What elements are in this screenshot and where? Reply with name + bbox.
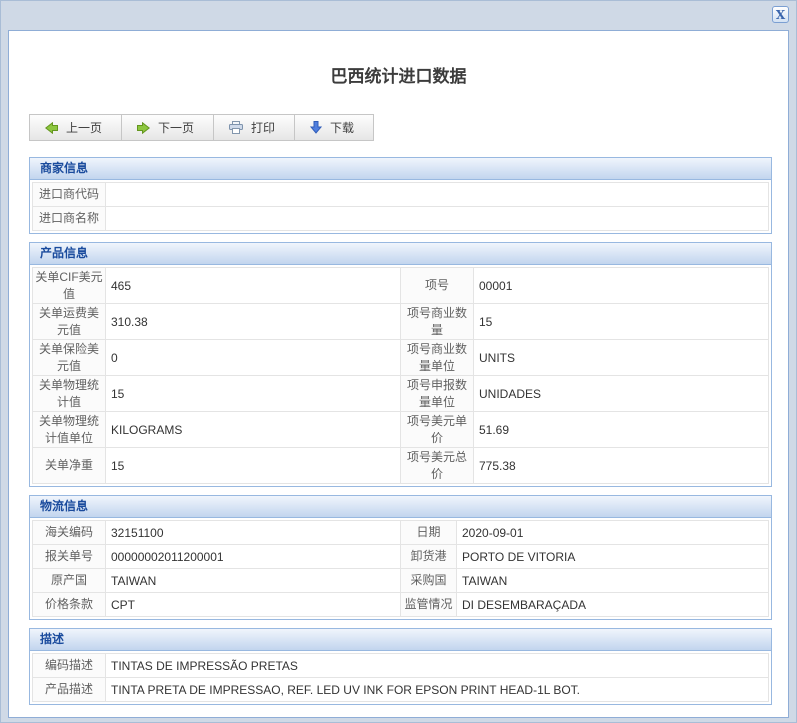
section-title: 物流信息 [30, 496, 771, 518]
section-body: 关单CIF美元值 465 项号 00001 关单运费美元值 310.38 项号商… [30, 265, 771, 486]
field-label: 采购国 [401, 569, 457, 593]
field-value: KILOGRAMS [106, 412, 401, 448]
table-row: 关单运费美元值 310.38 项号商业数量 15 [33, 304, 769, 340]
field-label: 价格条款 [33, 593, 106, 617]
arrow-right-icon [137, 122, 150, 134]
field-label: 项号商业数量单位 [401, 340, 474, 376]
field-value: 310.38 [106, 304, 401, 340]
table-row: 关单净重 15 项号美元总价 775.38 [33, 448, 769, 484]
page-title: 巴西统计进口数据 [9, 62, 788, 87]
dialog-content-panel: 巴西统计进口数据 上一页 下一页 [8, 30, 789, 718]
section-product-info: 产品信息 关单CIF美元值 465 项号 00001 关单运费美元值 310.3… [29, 242, 772, 487]
field-value: 51.69 [474, 412, 769, 448]
close-icon: X [776, 9, 785, 21]
field-label: 关单运费美元值 [33, 304, 106, 340]
field-label: 项号美元总价 [401, 448, 474, 484]
field-label: 产品描述 [33, 678, 106, 702]
next-page-label: 下一页 [158, 119, 194, 136]
dialog-titlebar[interactable]: X [1, 1, 796, 30]
table-row: 关单物理统计值单位 KILOGRAMS 项号美元单价 51.69 [33, 412, 769, 448]
table-row: 编码描述 TINTAS DE IMPRESSÃO PRETAS [33, 654, 769, 678]
section-merchant-info: 商家信息 进口商代码 进口商名称 [29, 157, 772, 234]
table-row: 进口商名称 [33, 207, 769, 231]
section-body: 海关编码 32151100 日期 2020-09-01 报关单号 0000000… [30, 518, 771, 619]
field-label: 进口商名称 [33, 207, 106, 231]
table-row: 关单CIF美元值 465 项号 00001 [33, 268, 769, 304]
field-label: 关单保险美元值 [33, 340, 106, 376]
field-label: 项号美元单价 [401, 412, 474, 448]
close-button[interactable]: X [772, 6, 789, 23]
section-title: 产品信息 [30, 243, 771, 265]
section-logistics-info: 物流信息 海关编码 32151100 日期 2020-09-01 报关单号 00… [29, 495, 772, 620]
section-description: 描述 编码描述 TINTAS DE IMPRESSÃO PRETAS 产品描述 … [29, 628, 772, 705]
field-value: 15 [106, 376, 401, 412]
field-value: UNITS [474, 340, 769, 376]
section-body: 进口商代码 进口商名称 [30, 180, 771, 233]
table-row: 关单保险美元值 0 项号商业数量单位 UNITS [33, 340, 769, 376]
field-value: TINTAS DE IMPRESSÃO PRETAS [106, 654, 769, 678]
prev-page-button[interactable]: 上一页 [30, 115, 122, 140]
table-row: 产品描述 TINTA PRETA DE IMPRESSAO, REF. LED … [33, 678, 769, 702]
field-label: 海关编码 [33, 521, 106, 545]
field-value: TINTA PRETA DE IMPRESSAO, REF. LED UV IN… [106, 678, 769, 702]
arrow-left-icon [45, 122, 58, 134]
field-value: CPT [106, 593, 401, 617]
field-label: 项号 [401, 268, 474, 304]
field-value: 0 [106, 340, 401, 376]
field-value: TAIWAN [106, 569, 401, 593]
field-value: 00000002011200001 [106, 545, 401, 569]
field-label: 关单净重 [33, 448, 106, 484]
prev-page-label: 上一页 [66, 119, 102, 136]
printer-icon [229, 121, 243, 134]
table-row: 报关单号 00000002011200001 卸货港 PORTO DE VITO… [33, 545, 769, 569]
field-label: 项号商业数量 [401, 304, 474, 340]
field-value: 775.38 [474, 448, 769, 484]
section-body: 编码描述 TINTAS DE IMPRESSÃO PRETAS 产品描述 TIN… [30, 651, 771, 704]
table-row: 价格条款 CPT 监管情况 DI DESEMBARAÇADA [33, 593, 769, 617]
next-page-button[interactable]: 下一页 [122, 115, 214, 140]
table-row: 进口商代码 [33, 183, 769, 207]
field-label: 关单物理统计值单位 [33, 412, 106, 448]
field-value: 465 [106, 268, 401, 304]
field-value [106, 183, 769, 207]
field-label: 监管情况 [401, 593, 457, 617]
field-value [106, 207, 769, 231]
field-label: 进口商代码 [33, 183, 106, 207]
field-value: DI DESEMBARAÇADA [457, 593, 769, 617]
field-label: 关单CIF美元值 [33, 268, 106, 304]
field-value: 2020-09-01 [457, 521, 769, 545]
print-button[interactable]: 打印 [214, 115, 295, 140]
arrow-down-icon [310, 121, 322, 134]
table-row: 关单物理统计值 15 项号申报数量单位 UNIDADES [33, 376, 769, 412]
field-label: 报关单号 [33, 545, 106, 569]
field-value: 15 [106, 448, 401, 484]
print-label: 打印 [251, 119, 275, 136]
field-value: TAIWAN [457, 569, 769, 593]
field-label: 编码描述 [33, 654, 106, 678]
section-title: 商家信息 [30, 158, 771, 180]
download-button[interactable]: 下载 [295, 115, 373, 140]
field-label: 原产国 [33, 569, 106, 593]
field-label: 项号申报数量单位 [401, 376, 474, 412]
download-label: 下载 [330, 119, 354, 136]
field-label: 日期 [401, 521, 457, 545]
field-value: 00001 [474, 268, 769, 304]
table-row: 海关编码 32151100 日期 2020-09-01 [33, 521, 769, 545]
toolbar: 上一页 下一页 打印 [29, 114, 374, 141]
field-label: 关单物理统计值 [33, 376, 106, 412]
field-value: 15 [474, 304, 769, 340]
table-row: 原产国 TAIWAN 采购国 TAIWAN [33, 569, 769, 593]
field-value: PORTO DE VITORIA [457, 545, 769, 569]
field-value: 32151100 [106, 521, 401, 545]
section-title: 描述 [30, 629, 771, 651]
field-label: 卸货港 [401, 545, 457, 569]
dialog-window: X 巴西统计进口数据 上一页 下一页 [0, 0, 797, 723]
field-value: UNIDADES [474, 376, 769, 412]
